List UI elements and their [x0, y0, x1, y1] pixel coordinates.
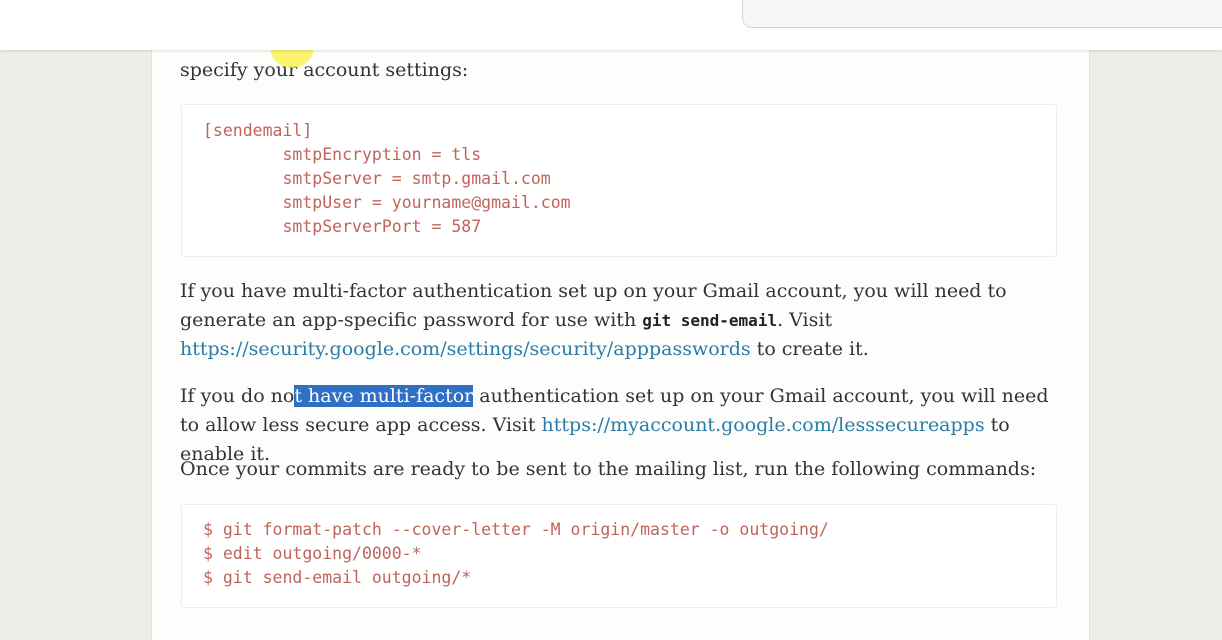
commands-intro: Once your commits are ready to be sent t…	[180, 458, 1037, 480]
selected-text: t have multi-factor	[294, 385, 474, 407]
intro-text: specify your account settings:	[180, 59, 469, 81]
commands-code-block: $ git format-patch --cover-letter -M ori…	[181, 504, 1057, 608]
config-code-text: [sendemail] smtpEncryption = tls smtpSer…	[203, 121, 571, 236]
commands-code-text: $ git format-patch --cover-letter -M ori…	[203, 520, 829, 587]
app-passwords-link[interactable]: https://security.google.com/settings/sec…	[180, 338, 751, 360]
mfa-text-1: If you have multi-factor authentication …	[180, 280, 1007, 331]
top-header	[0, 0, 1222, 50]
less-secure-apps-link[interactable]: https://myaccount.google.com/lesssecurea…	[542, 414, 985, 436]
inline-code-git-send-email: git send-email	[642, 311, 778, 330]
mfa-text-3: to create it.	[750, 338, 869, 360]
config-code-block: [sendemail] smtpEncryption = tls smtpSer…	[181, 104, 1057, 257]
no-mfa-text-1: If you do no	[180, 385, 295, 407]
mfa-paragraph: If you have multi-factor authentication …	[180, 277, 1060, 364]
mfa-text-2: . Visit	[777, 309, 833, 331]
search-input[interactable]	[742, 0, 1222, 28]
